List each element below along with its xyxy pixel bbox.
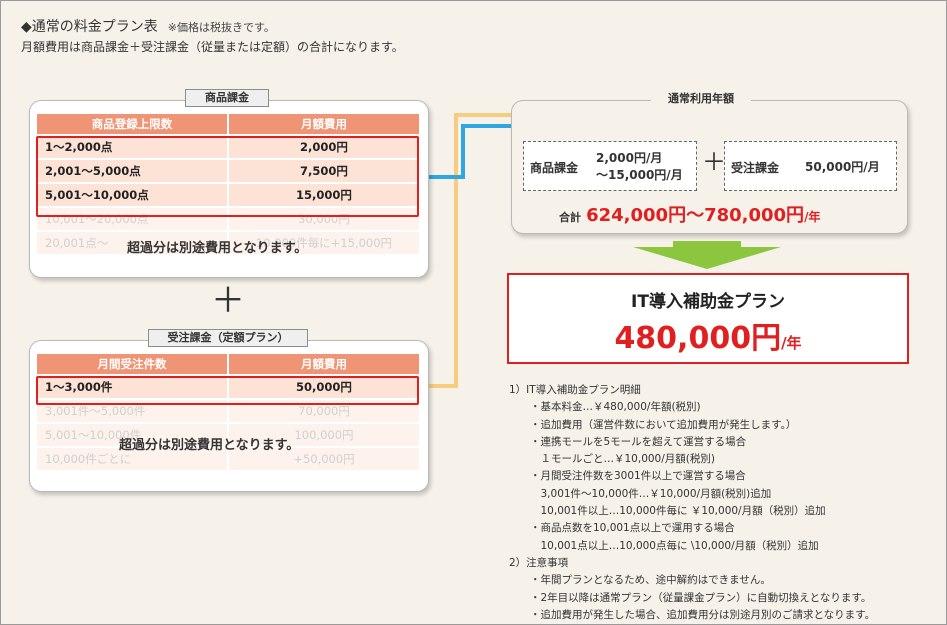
product-box-label: 商品課金 [530,161,579,175]
order-fee-label: 受注課金（定額プラン） [148,329,308,347]
total-label: 合計 [559,211,581,224]
detail-line: ・年間プランとなるため、途中解約はできません。 [509,574,771,587]
plus-icon: ＋ [211,281,245,321]
it-plan-price-value: 480,000円 [614,321,782,356]
detail-line: ・追加費用が発生した場合、追加費用分は別途月別のご請求となります。 [509,608,876,621]
annual-label: 通常利用年額 [651,91,751,107]
order-fee-box: 受注課金 50,000円/月 [724,141,897,191]
green-down-arrow [633,241,781,269]
product-highlight-box [36,136,419,217]
it-plan-price-unit: /年 [781,334,802,352]
detail-line: １モールごと…￥10,000/月額(税別) [509,453,715,466]
detail-line: 10,001点以上…10,000点毎に \10,000/月額（税別）追加 [509,539,819,552]
it-subsidy-plan-box: IT導入補助金プラン 480,000円/年 [507,273,909,364]
it-plan-title: IT導入補助金プラン [631,292,785,312]
order-fee-table: 月間受注件数 月額費用 1〜3,000件 50,000円 3,001件〜5,00… [35,352,421,472]
column-header: 商品登録上限数 [37,114,227,134]
annual-total: 合計 624,000円〜780,000円/年 [559,201,820,227]
product-fee-label: 商品課金 [185,89,269,107]
column-header: 月額費用 [229,354,419,374]
order-box-label: 受注課金 [731,161,780,175]
detail-line: 1）IT導入補助金プラン明細 [509,384,641,396]
product-fee-box: 商品課金 2,000円/月 〜15,000円/月 [523,141,697,191]
detail-line: ・連携モールを5モールを超えて運営する場合 [509,435,747,448]
detail-line: ・月間受注件数を3001件以上で運営する場合 [509,470,746,483]
plan-details: 1）IT導入補助金プラン明細 ・基本料金…￥480,000/年額(税別) ・追加… [509,382,875,624]
order-overage-note: 超過分は別途費用となります。 [119,438,300,453]
it-plan-price: 480,000円/年 [509,313,907,357]
detail-line: ・2年目以降は通常プラン（従量課金プラン）に自動切換えとなります。 [509,591,872,604]
product-box-value-2: 〜15,000円/月 [596,168,683,182]
product-box-value-1: 2,000円/月 [596,151,663,165]
detail-line: 2）注意事項 [509,556,569,569]
detail-line: 10,001件以上…10,000件毎に ￥10,000/月額（税別）追加 [509,505,826,518]
column-header: 月額費用 [229,114,419,134]
detail-line: ・追加費用（運営件数において追加費用が発生します。） [509,418,797,431]
total-unit: /年 [804,210,821,224]
product-overage-note: 超過分は別途費用となります。 [127,241,308,256]
column-header: 月間受注件数 [37,354,227,374]
detail-line: 3,001件〜10,000件…￥10,000/月額(税別)追加 [509,487,772,500]
order-highlight-box [36,376,419,405]
total-value: 624,000円〜780,000円 [586,205,805,226]
plus-icon-small: ＋ [702,148,726,176]
detail-line: ・基本料金…￥480,000/年額(税別) [509,401,701,414]
order-box-value: 50,000円/月 [805,160,880,174]
detail-line: ・商品点数を10,001点以上で運用する場合 [509,522,735,535]
